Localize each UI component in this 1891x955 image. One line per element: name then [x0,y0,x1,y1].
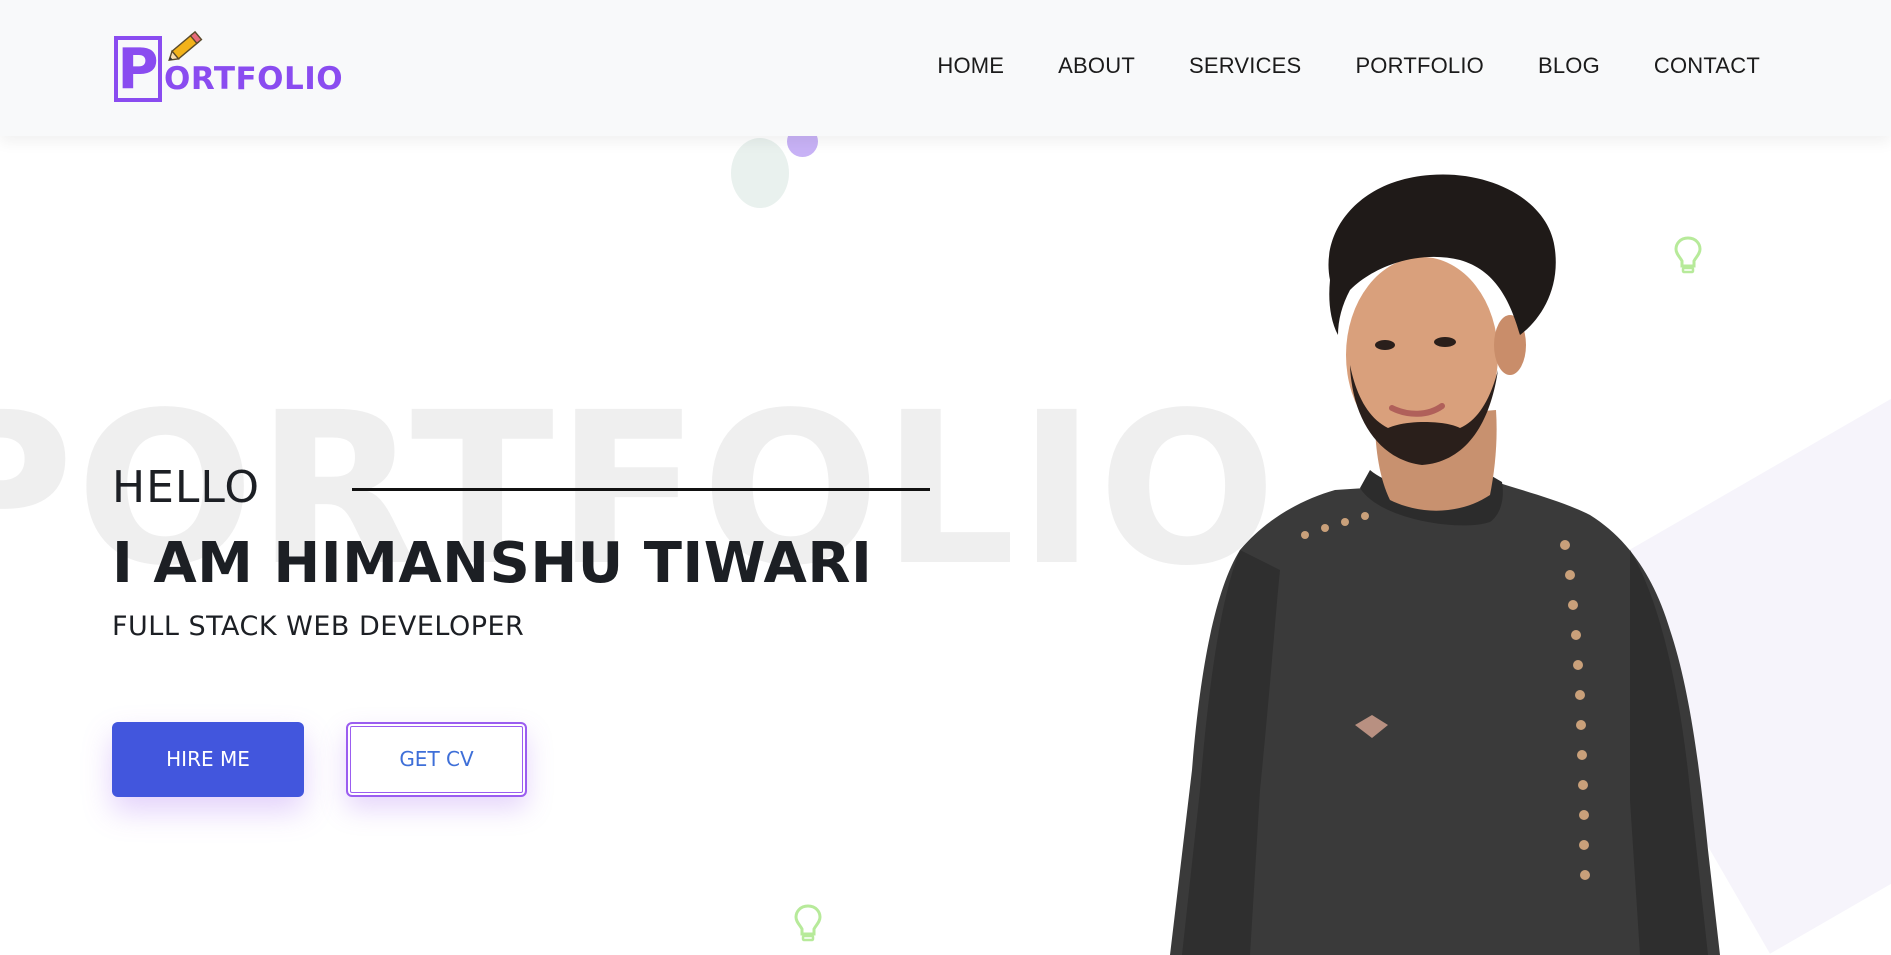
decorative-blob [731,138,789,208]
logo-initial: P [117,37,159,102]
hero-role: FULL STACK WEB DEVELOPER [112,611,525,642]
lightbulb-icon [794,904,822,942]
profile-photo [1170,174,1720,955]
portfolio-page: P ORTFOLIO HOME ABOUT SERVICES PORTFOLIO… [0,0,1891,955]
nav-blog[interactable]: BLOG [1538,52,1600,80]
greeting-text: HELLO [112,462,260,513]
nav-contact[interactable]: CONTACT [1654,52,1760,80]
nav-portfolio[interactable]: PORTFOLIO [1355,52,1484,80]
main-nav: HOME ABOUT SERVICES PORTFOLIO BLOG CONTA… [937,52,1760,80]
hire-me-button[interactable]: HIRE ME [112,722,304,797]
hero-name: I AM HIMANSHU TIWARI [112,531,873,596]
logo-text: ORTFOLIO [164,61,344,97]
get-cv-button[interactable]: GET CV [346,722,527,797]
logo[interactable]: P ORTFOLIO [112,28,362,108]
nav-about[interactable]: ABOUT [1058,52,1135,80]
nav-services[interactable]: SERVICES [1189,52,1301,80]
nav-home[interactable]: HOME [937,52,1004,80]
site-header: P ORTFOLIO HOME ABOUT SERVICES PORTFOLIO… [0,0,1891,136]
pencil-icon [168,30,203,61]
greeting-underline [352,488,930,491]
